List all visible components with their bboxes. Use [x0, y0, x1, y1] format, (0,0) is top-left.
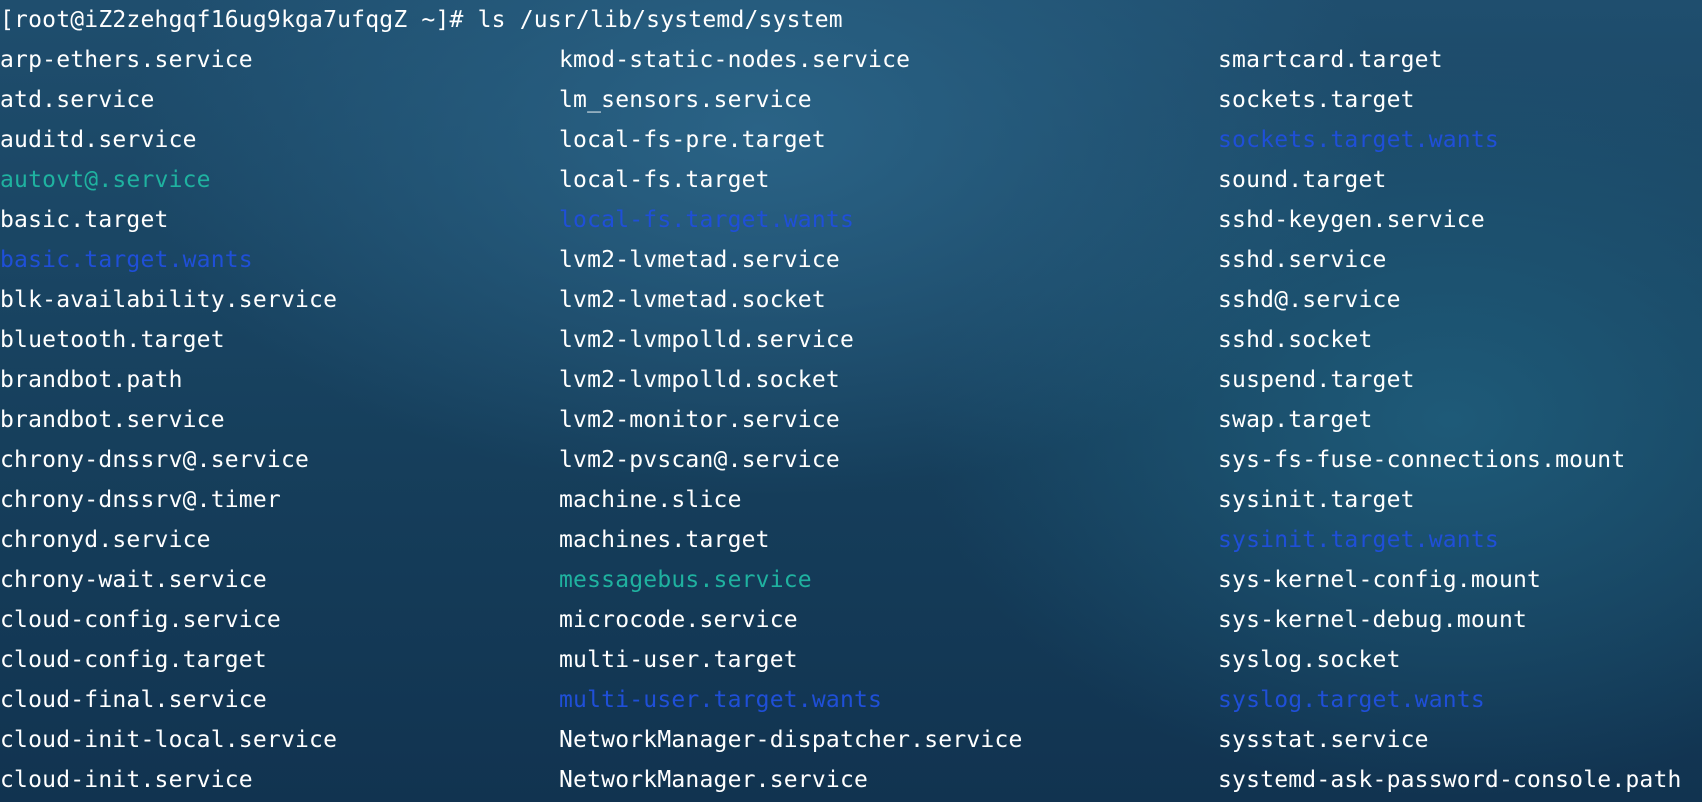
listing-entry-file: sound.target	[1218, 167, 1387, 193]
listing-entry-file: lvm2-lvmpolld.service	[559, 327, 854, 353]
listing-entry-file: swap.target	[1218, 407, 1373, 433]
listing-entry-file: machine.slice	[559, 487, 742, 513]
listing-entry-file: systemd-ask-password-console.path	[1218, 767, 1682, 793]
listing-entry-file: cloud-init-local.service	[0, 727, 338, 753]
listing-entry-file: NetworkManager-dispatcher.service	[559, 727, 1023, 753]
listing-entry-file: multi-user.target	[559, 647, 798, 673]
listing-entry-file: lvm2-pvscan@.service	[559, 447, 840, 473]
listing-entry-file: atd.service	[0, 87, 155, 113]
listing-entry-file: syslog.socket	[1218, 647, 1401, 673]
listing-entry-file: lvm2-lvmetad.socket	[559, 287, 826, 313]
listing-entry-file: cloud-final.service	[0, 687, 267, 713]
listing-column-1: arp-ethers.service atd.service auditd.serv…	[0, 40, 337, 800]
listing-entry-file: auditd.service	[0, 127, 197, 153]
listing-entry-directory: basic.target.wants	[0, 247, 253, 273]
listing-entry-file: sys-kernel-debug.mount	[1218, 607, 1528, 633]
listing-entry-file: chrony-dnssrv@.service	[0, 447, 310, 473]
listing-entry-file: cloud-init.service	[0, 767, 253, 793]
listing-entry-directory: sysinit.target.wants	[1218, 527, 1499, 553]
listing-entry-file: sysstat.service	[1218, 727, 1429, 753]
listing-entry-file: brandbot.path	[0, 367, 183, 393]
listing-entry-directory: syslog.target.wants	[1218, 687, 1485, 713]
listing-entry-file: brandbot.service	[0, 407, 225, 433]
listing-entry-file: local-fs.target	[559, 167, 770, 193]
listing-entry-file: basic.target	[0, 207, 169, 233]
listing-entry-file: lvm2-lvmpolld.socket	[559, 367, 840, 393]
listing-entry-file: chrony-dnssrv@.timer	[0, 487, 281, 513]
listing-entry-directory: sockets.target.wants	[1218, 127, 1499, 153]
listing-entry-file: sshd.service	[1218, 247, 1387, 273]
listing-entry-file: sysinit.target	[1218, 487, 1415, 513]
listing-entry-file: machines.target	[559, 527, 770, 553]
listing-entry-file: suspend.target	[1218, 367, 1415, 393]
listing-column-2: kmod-static-nodes.service lm_sensors.serv…	[559, 40, 1023, 800]
listing-entry-file: sshd.socket	[1218, 327, 1373, 353]
command-prompt-line: [root@iZ2zehgqf16ug9kga7ufqgZ ~]# ls /us…	[0, 7, 843, 33]
listing-entry-file: cloud-config.target	[0, 647, 267, 673]
listing-entry-directory: multi-user.target.wants	[559, 687, 883, 713]
listing-entry-file: kmod-static-nodes.service	[559, 47, 911, 73]
listing-entry-file: bluetooth.target	[0, 327, 225, 353]
terminal-window[interactable]: [root@iZ2zehgqf16ug9kga7ufqgZ ~]# ls /us…	[0, 0, 1702, 802]
listing-entry-file: chrony-wait.service	[0, 567, 267, 593]
listing-entry-file: lm_sensors.service	[559, 87, 812, 113]
listing-entry-file: lvm2-monitor.service	[559, 407, 840, 433]
listing-entry-file: smartcard.target	[1218, 47, 1443, 73]
listing-entry-file: blk-availability.service	[0, 287, 338, 313]
listing-entry-file: sys-fs-fuse-connections.mount	[1218, 447, 1626, 473]
listing-entry-file: sys-kernel-config.mount	[1218, 567, 1542, 593]
listing-entry-file: lvm2-lvmetad.service	[559, 247, 840, 273]
listing-entry-file: cloud-config.service	[0, 607, 281, 633]
listing-entry-file: arp-ethers.service	[0, 47, 253, 73]
listing-entry-symlink: messagebus.service	[559, 567, 812, 593]
listing-entry-directory: local-fs.target.wants	[559, 207, 854, 233]
listing-entry-file: chronyd.service	[0, 527, 211, 553]
listing-entry-file: sshd-keygen.service	[1218, 207, 1485, 233]
listing-entry-file: microcode.service	[559, 607, 798, 633]
listing-entry-file: local-fs-pre.target	[559, 127, 826, 153]
listing-entry-file: sshd@.service	[1218, 287, 1401, 313]
listing-column-3: smartcard.target sockets.target sockets.ta…	[1218, 40, 1682, 800]
listing-entry-symlink: autovt@.service	[0, 167, 211, 193]
listing-entry-file: NetworkManager.service	[559, 767, 869, 793]
listing-entry-file: sockets.target	[1218, 87, 1415, 113]
